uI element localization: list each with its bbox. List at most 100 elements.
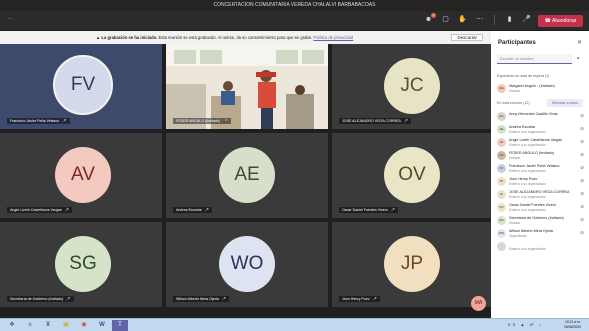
excel-icon[interactable]: X (40, 320, 56, 331)
word-icon[interactable]: W (94, 320, 110, 331)
tile-name: Jhon Henry Pozo 🎤 (339, 296, 380, 302)
tile-name: Andrea Escobar 🎤 (173, 207, 213, 213)
person-name: Secretaría de Gobierno (Invitado) (509, 216, 564, 220)
participant-list-item[interactable]: AE Andrea Escobar Externo a su organizac… (497, 124, 587, 137)
close-icon[interactable]: ✕ (577, 39, 582, 46)
person-name: Anny Mercedes Castillo Vivas (509, 112, 558, 116)
camera-icon[interactable]: ▮ (505, 15, 514, 24)
avatar: JP (384, 236, 440, 292)
recording-text: Esta reunión se está grabando. Al unirse… (158, 35, 313, 40)
person-role: Externo a su organización (509, 130, 546, 134)
leave-label: Abandonar (551, 18, 577, 24)
participant-list-item[interactable]: FV Francisco Javier Peña Velasco Externo… (497, 163, 587, 176)
avatar: FV (497, 164, 506, 173)
mic-muted-icon: ⊘ (580, 113, 584, 118)
participant-list-item[interactable]: JP Jhon Henry Pozo Externo a su organiza… (497, 176, 587, 189)
participant-list-item[interactable]: Externo a su organización (497, 241, 587, 254)
teams-icon[interactable]: T (112, 320, 128, 331)
mic-muted-icon: ⊘ (580, 230, 584, 235)
participant-tile[interactable]: AE Andrea Escobar 🎤 (166, 133, 328, 218)
avatar: JC (384, 58, 440, 114)
participant-tile[interactable]: SG Secretaría de Gobierno (Invitado) 🎤 (0, 222, 162, 307)
windows-taskbar: ❖ e X ▣ ◉ W T ES ▲ ☍ ♪ 10:21 a.m. 26/06/… (0, 318, 589, 331)
chat-icon[interactable]: ▢ (441, 15, 450, 24)
waiting-person[interactable]: MA Margaret Angulo - (Invitado) Invitado (497, 83, 587, 96)
tile-name-text: Angie Lizeth Castellanos Vargas (10, 208, 62, 212)
tile-name: Secretaría de Gobierno (Invitado) 🎤 (7, 296, 74, 302)
mic-muted-icon: ⊘ (580, 217, 584, 222)
start-icon[interactable]: ❖ (4, 320, 20, 331)
participant-list-item[interactable]: WO Wilson Alberto Mera Ojeda Organizador… (497, 228, 587, 241)
participant-tile[interactable]: JC JOSE ALEJANDRO VEGA CORREA 🎤 (332, 44, 491, 129)
in-meeting-section-label: En esta reunión (12) (497, 101, 530, 105)
participant-tile[interactable]: JP Jhon Henry Pozo 🎤 (332, 222, 491, 307)
avatar: JC (497, 190, 506, 199)
system-tray-icons[interactable]: ES ▲ ☍ ♪ (508, 322, 543, 327)
window-title: CONCERTACION COMUNITARIA VEREDA CHALALVI… (0, 0, 589, 11)
tile-name-text: Francisco Javier Peña Velasco (10, 119, 60, 123)
mic-muted-icon: ⊘ (580, 152, 584, 157)
participant-list-item[interactable]: FA FEDER ANGULO (Invitado) Invitado ⊘ (497, 150, 587, 163)
clock[interactable]: 10:21 a.m. 26/06/2020 (564, 320, 581, 330)
person-name: Andrea Escobar (509, 125, 536, 129)
participant-tile[interactable]: WO Wilson Alberto Mera Ojeda 🎤 (166, 222, 328, 307)
mic-muted-icon: 🎤 (403, 119, 409, 123)
mic-muted-icon: 🎤 (66, 297, 71, 301)
mute-all-button[interactable]: Silenciar a todos (547, 99, 583, 107)
participant-list-item[interactable]: AV Angie Lizeth Castellanos Vargas Exter… (497, 137, 587, 150)
tile-name: FEDER ANGULO (Invitado) 🎤 (173, 118, 231, 124)
mic-muted-icon: ⊘ (580, 126, 584, 131)
mic-muted-icon: ⊘ (580, 191, 584, 196)
mic-muted-icon: ⊘ (580, 165, 584, 170)
participant-tile[interactable]: OV Oscar Daniel Fuentes Vivero 🎤 (332, 133, 491, 218)
tile-name: Wilson Alberto Mera Ojeda 🎤 (173, 296, 230, 302)
person-role: Externo a su organización (509, 247, 546, 251)
participants-icon[interactable]: ☻ 1 (424, 13, 436, 24)
clock-date: 26/06/2020 (564, 325, 581, 329)
person-role: Externo a su organización (509, 208, 546, 212)
explorer-icon[interactable]: ▣ (58, 320, 74, 331)
toolbar-divider (494, 15, 495, 25)
participant-tile[interactable]: AV Angie Lizeth Castellanos Vargas 🎤 (0, 133, 162, 218)
participant-list-item[interactable]: AC Anny Mercedes Castillo Vivas ⊘ (497, 111, 587, 124)
dismiss-button[interactable]: Descartar (451, 34, 483, 41)
person-role: Invitado (509, 221, 521, 225)
mic-muted-icon: 🎤 (62, 119, 67, 123)
chrome-icon[interactable]: ◉ (76, 320, 92, 331)
avatar (497, 242, 506, 251)
tile-name-text: Jhon Henry Pozo (342, 297, 370, 301)
video-stage: FV Francisco Javier Peña Velasco 🎤 FEDER… (0, 44, 491, 318)
raise-hand-icon[interactable]: ✋ (458, 15, 467, 24)
participant-list-item[interactable]: JC JOSE ALEJANDRO VEGA CORREA Externo a … (497, 189, 587, 202)
participant-list-item[interactable]: SG Secretaría de Gobierno (Invitado) Inv… (497, 215, 587, 228)
avatar: AE (219, 147, 275, 203)
video-scene (166, 44, 328, 129)
person-name: JOSE ALEJANDRO VEGA CORREA (509, 190, 570, 194)
tile-name-text: FEDER ANGULO (Invitado) (176, 119, 221, 123)
participant-tile[interactable]: FEDER ANGULO (Invitado) 🎤 (166, 44, 328, 129)
self-avatar[interactable]: MA (471, 296, 486, 311)
privacy-link[interactable]: Política de privacidad (313, 35, 353, 40)
leave-button[interactable]: ☎ Abandonar (538, 15, 583, 27)
participants-panel: Participantes ✕ Escribir un nombre ⚭ Esp… (491, 31, 589, 318)
mic-muted-icon: ⊘ (580, 139, 584, 144)
ie-icon[interactable]: e (22, 320, 38, 331)
language-indicator: ES (508, 322, 518, 327)
person-name: Wilson Alberto Mera Ojeda (509, 229, 553, 233)
avatar: WO (219, 236, 275, 292)
tile-name: JOSE ALEJANDRO VEGA CORREA 🎤 (339, 118, 412, 124)
participant-tile[interactable]: FV Francisco Javier Peña Velasco 🎤 (0, 44, 162, 129)
more-options-icon[interactable]: ⋯ (475, 15, 484, 24)
avatar: WO (497, 229, 506, 238)
avatar: FV (53, 55, 113, 115)
person-role: Externo a su organización (509, 169, 546, 173)
share-invite-icon[interactable]: ⚭ (576, 56, 580, 62)
mic-icon[interactable]: 🎤 (522, 15, 531, 24)
avatar: AC (497, 112, 506, 121)
person-role: Invitado (509, 89, 521, 93)
participant-list-item[interactable]: OV Oscar Daniel Fuentes Vivero Externo a… (497, 202, 587, 215)
person-name: Francisco Javier Peña Velasco (509, 164, 560, 168)
tile-name-text: Andrea Escobar (176, 208, 202, 212)
person-name: Angie Lizeth Castellanos Vargas (509, 138, 563, 142)
invite-input[interactable]: Escribir un nombre (497, 54, 572, 64)
